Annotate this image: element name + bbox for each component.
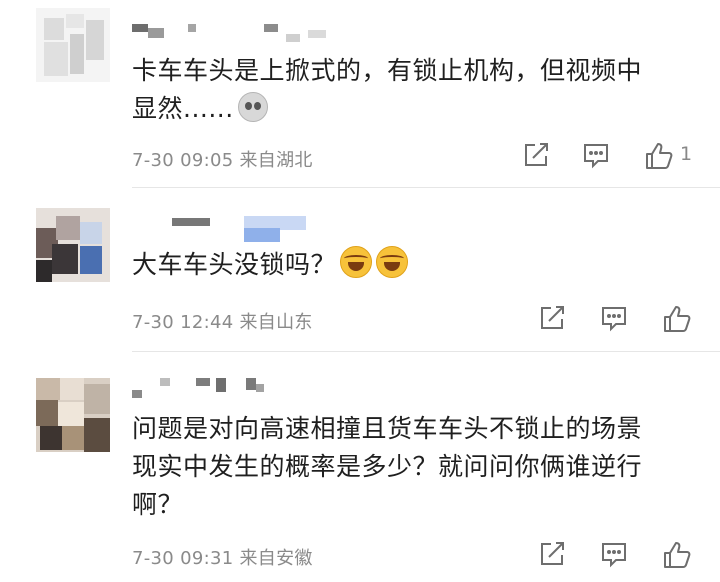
like-count: 1 — [680, 143, 693, 165]
comment-icon — [584, 144, 608, 169]
like-button[interactable] — [644, 141, 674, 171]
comment-actions — [538, 540, 720, 570]
comment-actions — [538, 304, 720, 334]
comment-location: 来自安徽 — [239, 548, 313, 569]
username[interactable] — [132, 24, 332, 46]
comment-text: 卡车车头是上掀式的，有锁止机构，但视频中 显然...... — [132, 52, 702, 128]
thumbs-up-icon — [646, 143, 673, 169]
comment-text: 大车车头没锁吗？ — [132, 246, 702, 284]
share-icon — [541, 542, 564, 565]
like-button[interactable] — [662, 304, 692, 334]
share-button[interactable] — [538, 540, 566, 568]
like-button[interactable] — [662, 540, 692, 570]
comment-text: 问题是对向高速相撞且货车车头不锁止的场景 现实中发生的概率是多少？就问问你俩谁逆… — [132, 410, 702, 524]
comment-actions: 1 — [520, 141, 720, 171]
comment-item: 大车车头没锁吗？ 7-30 12:44 来自山东 — [0, 188, 720, 352]
comment-text-line: 问题是对向高速相撞且货车车头不锁止的场景 — [132, 414, 643, 443]
comment-location: 来自湖北 — [239, 150, 313, 171]
comment-meta: 7-30 09:05 来自湖北 — [132, 146, 313, 172]
reply-button[interactable] — [600, 304, 628, 332]
comment-item: 问题是对向高速相撞且货车车头不锁止的场景 现实中发生的概率是多少？就问问你俩谁逆… — [0, 352, 720, 582]
comment-location: 来自山东 — [239, 312, 313, 333]
avatar[interactable] — [36, 378, 110, 452]
comment-meta: 7-30 12:44 来自山东 — [132, 308, 313, 334]
thumbs-up-icon — [664, 306, 691, 332]
share-button[interactable] — [522, 141, 550, 169]
comment-icon — [602, 307, 626, 332]
comment-time: 7-30 12:44 — [132, 312, 234, 333]
share-button[interactable] — [538, 304, 566, 332]
avatar[interactable] — [36, 8, 110, 82]
comment-icon — [602, 543, 626, 568]
username[interactable] — [132, 378, 332, 400]
comment-item: 卡车车头是上掀式的，有锁止机构，但视频中 显然...... 7-30 09:05… — [0, 0, 720, 187]
laughing-tears-emoji — [340, 246, 373, 278]
reply-button[interactable] — [600, 540, 628, 568]
share-icon — [525, 143, 548, 166]
avatar[interactable] — [36, 208, 110, 282]
laughing-tears-emoji — [376, 246, 409, 278]
comment-time: 7-30 09:31 — [132, 548, 234, 569]
comment-text-line: 显然...... — [132, 90, 702, 128]
skull-emoji — [237, 92, 268, 122]
username[interactable] — [132, 216, 332, 242]
comment-text-line: 大车车头没锁吗？ — [132, 246, 702, 284]
share-icon — [541, 306, 564, 329]
comment-text-line: 啊？ — [132, 490, 184, 519]
comment-time: 7-30 09:05 — [132, 150, 234, 171]
thumbs-up-icon — [664, 542, 691, 568]
comment-meta: 7-30 09:31 来自安徽 — [132, 544, 313, 570]
comment-text-line: 卡车车头是上掀式的，有锁止机构，但视频中 — [132, 56, 643, 85]
comment-text-line: 现实中发生的概率是多少？就问问你俩谁逆行 — [132, 452, 643, 481]
reply-button[interactable] — [582, 141, 610, 169]
